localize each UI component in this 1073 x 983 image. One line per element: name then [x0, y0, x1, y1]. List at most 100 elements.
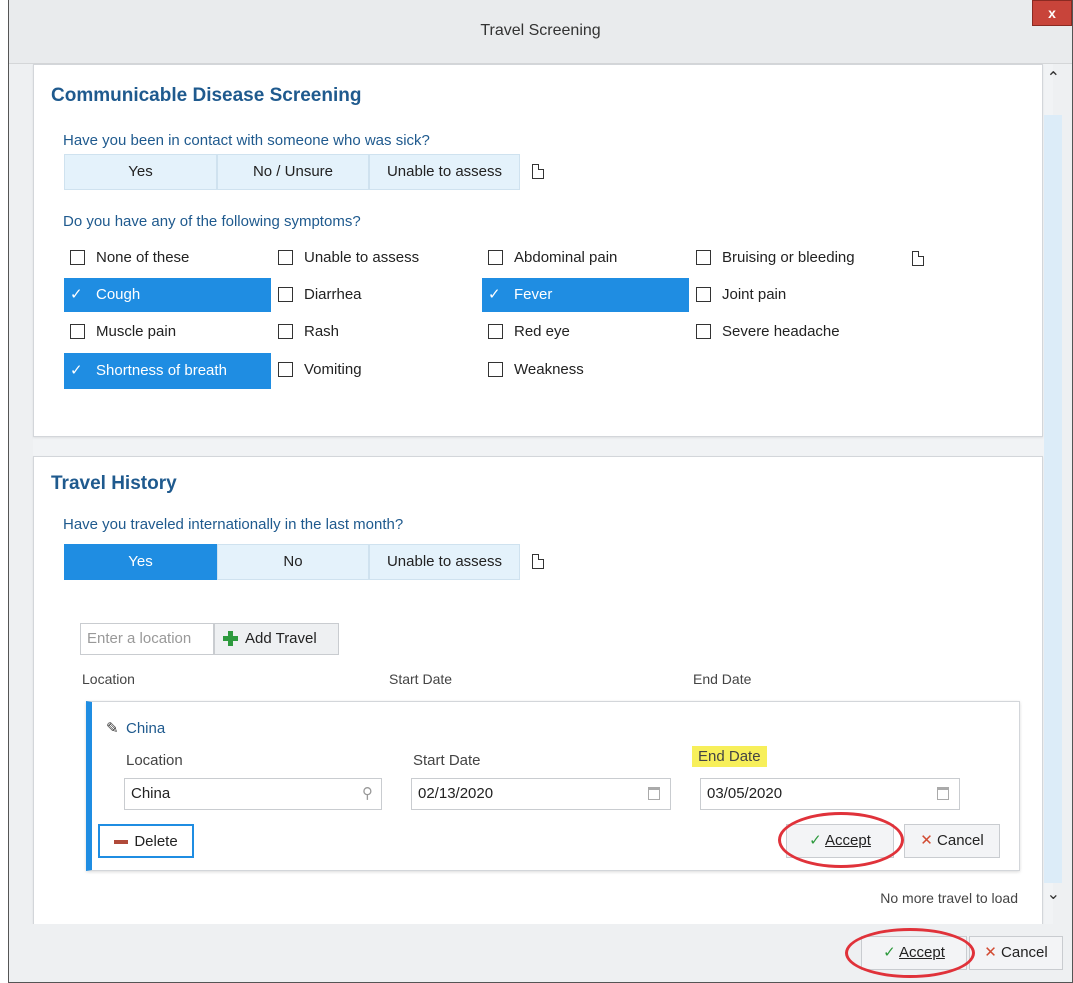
- location-input[interactable]: Enter a location: [80, 623, 214, 655]
- contact-yes-button[interactable]: Yes: [64, 154, 217, 190]
- symptom-label: Fever: [514, 286, 553, 303]
- x-icon: ✕: [920, 832, 933, 849]
- minus-icon: [114, 840, 129, 845]
- symptoms-question: Do you have any of the following symptom…: [63, 213, 361, 230]
- symptom-label: None of these: [96, 249, 190, 266]
- start-date-label: Start Date: [413, 752, 481, 769]
- add-travel-button[interactable]: Add Travel: [214, 623, 339, 655]
- checkbox-icon: [278, 250, 293, 265]
- checkbox-icon: [278, 324, 293, 339]
- pencil-icon[interactable]: ✎: [106, 719, 119, 737]
- search-icon[interactable]: ⚲: [362, 779, 373, 809]
- symptom-none-of-these[interactable]: None of these: [64, 241, 271, 275]
- scroll-down-arrow[interactable]: ⌄: [1047, 884, 1060, 904]
- checkbox-icon: [696, 250, 711, 265]
- title-bar: Travel Screening x: [9, 0, 1072, 64]
- symptom-label: Unable to assess: [304, 249, 420, 266]
- symptom-fever[interactable]: ✓ Fever: [482, 278, 689, 312]
- cancel-label: Cancel: [937, 832, 984, 849]
- symptom-label: Bruising or bleeding: [722, 249, 855, 266]
- communicable-disease-panel: Communicable Disease Screening Have you …: [33, 64, 1043, 437]
- checkbox-icon: [488, 324, 503, 339]
- vertical-scrollbar[interactable]: [1044, 115, 1062, 883]
- symptom-joint-pain[interactable]: Joint pain: [690, 278, 897, 312]
- start-date-value: 02/13/2020: [418, 785, 494, 802]
- symptom-label: Red eye: [514, 323, 570, 340]
- symptom-weakness[interactable]: Weakness: [482, 353, 689, 387]
- travel-no-button[interactable]: No: [217, 544, 369, 580]
- symptom-label: Joint pain: [722, 286, 787, 303]
- end-date-value: 03/05/2020: [707, 785, 783, 802]
- symptom-label: Abdominal pain: [514, 249, 618, 266]
- travel-history-panel: Travel History Have you traveled interna…: [33, 456, 1043, 926]
- plus-icon: [223, 631, 238, 646]
- checkbox-icon: [70, 250, 85, 265]
- entry-cancel-button[interactable]: ✕ Cancel: [904, 824, 1000, 858]
- symptom-rash[interactable]: Rash: [272, 315, 479, 349]
- dialog-content: Communicable Disease Screening Have you …: [33, 64, 1053, 926]
- travel-screening-window: Travel Screening x Communicable Disease …: [8, 0, 1073, 983]
- end-date-label: End Date: [692, 746, 767, 767]
- symptom-shortness-of-breath[interactable]: ✓ Shortness of breath: [64, 353, 271, 389]
- note-icon[interactable]: [532, 554, 544, 569]
- symptom-red-eye[interactable]: Red eye: [482, 315, 689, 349]
- symptom-label: Vomiting: [304, 361, 362, 378]
- contact-no-unsure-button[interactable]: No / Unsure: [217, 154, 369, 190]
- column-header-end-date: End Date: [693, 671, 752, 687]
- check-icon: ✓: [70, 286, 83, 303]
- annotation-circle: [778, 812, 904, 868]
- travel-yes-button[interactable]: Yes: [64, 544, 217, 580]
- symptom-label: Severe headache: [722, 323, 840, 340]
- travel-history-title: Travel History: [51, 473, 177, 494]
- communicable-title: Communicable Disease Screening: [51, 85, 362, 106]
- footer-cancel-button[interactable]: ✕ Cancel: [969, 936, 1063, 970]
- checkbox-icon: [278, 362, 293, 377]
- location-label: Location: [126, 752, 183, 769]
- symptom-label: Diarrhea: [304, 286, 362, 303]
- checkbox-icon: [696, 324, 711, 339]
- note-icon[interactable]: [532, 164, 544, 179]
- checkbox-icon: [488, 362, 503, 377]
- symptom-muscle-pain[interactable]: Muscle pain: [64, 315, 271, 349]
- symptom-label: Rash: [304, 323, 340, 340]
- symptom-vomiting[interactable]: Vomiting: [272, 353, 479, 387]
- travel-entry-card: ✎ China Location Start Date End Date Chi…: [86, 701, 1020, 871]
- scroll-up-arrow[interactable]: ⌃: [1047, 68, 1060, 88]
- add-travel-label: Add Travel: [245, 630, 317, 647]
- symptom-label: Shortness of breath: [96, 362, 227, 379]
- symptom-label: Weakness: [514, 361, 584, 378]
- checkbox-icon: [70, 324, 85, 339]
- symptom-label: Muscle pain: [96, 323, 177, 340]
- annotation-circle: [845, 928, 975, 978]
- symptom-label: Cough: [96, 286, 141, 303]
- symptom-diarrhea[interactable]: Diarrhea: [272, 278, 479, 312]
- close-button[interactable]: x: [1032, 0, 1072, 26]
- check-icon: ✓: [488, 286, 501, 303]
- contact-unable-button[interactable]: Unable to assess: [369, 154, 520, 190]
- column-header-location: Location: [82, 671, 135, 687]
- check-icon: ✓: [70, 362, 83, 379]
- travel-entry-name[interactable]: China: [126, 720, 165, 737]
- note-icon[interactable]: [912, 251, 924, 266]
- location-value: China: [131, 785, 171, 802]
- symptom-abdominal-pain[interactable]: Abdominal pain: [482, 241, 689, 275]
- calendar-icon[interactable]: [937, 787, 949, 800]
- symptom-cough[interactable]: ✓ Cough: [64, 278, 271, 312]
- symptom-severe-headache[interactable]: Severe headache: [690, 315, 897, 349]
- delete-label: Delete: [134, 833, 178, 850]
- travel-unable-button[interactable]: Unable to assess: [369, 544, 520, 580]
- checkbox-icon: [488, 250, 503, 265]
- window-title: Travel Screening: [480, 22, 601, 39]
- cancel-label: Cancel: [1001, 944, 1048, 961]
- symptom-unable-to-assess[interactable]: Unable to assess: [272, 241, 479, 275]
- end-date-highlight: End Date: [692, 746, 767, 767]
- end-date-field[interactable]: 03/05/2020: [700, 778, 960, 810]
- symptom-bruising-or-bleeding[interactable]: Bruising or bleeding: [690, 241, 897, 275]
- contact-question: Have you been in contact with someone wh…: [63, 132, 430, 149]
- no-more-travel-text: No more travel to load: [880, 890, 1018, 906]
- checkbox-icon: [696, 287, 711, 302]
- location-field[interactable]: China ⚲: [124, 778, 382, 810]
- delete-button[interactable]: Delete: [98, 824, 194, 858]
- calendar-icon[interactable]: [648, 787, 660, 800]
- start-date-field[interactable]: 02/13/2020: [411, 778, 671, 810]
